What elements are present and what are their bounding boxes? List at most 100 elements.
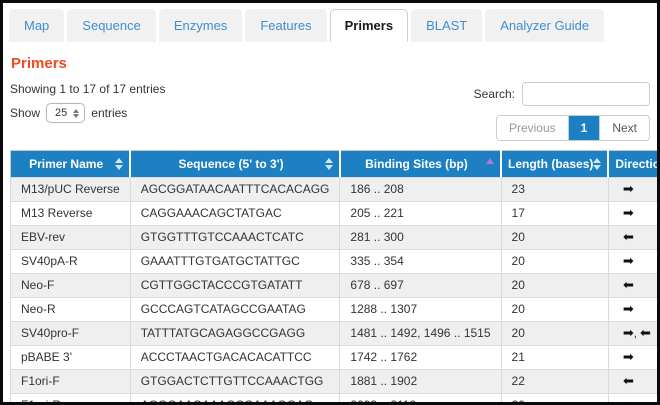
table-row: F1ori-FGTGGACTCTTGTTCCAAACTGG1881 .. 190…: [11, 370, 660, 394]
length-cell: 20: [501, 226, 608, 250]
page-size-control: Show 25 entries: [10, 103, 165, 123]
direction-left-icon: ➡: [623, 278, 634, 291]
column-header-binding-sites-bp-[interactable]: Binding Sites (bp): [340, 151, 501, 178]
tab-features[interactable]: Features: [245, 9, 326, 42]
direction-cell: ➡, ➡: [608, 322, 660, 346]
length-cell: 17: [501, 202, 608, 226]
table-row: SV40pA-RGAAATTTGTGATGCTATTGC335 .. 35420…: [11, 250, 660, 274]
direction-right-icon: ➡: [623, 254, 634, 267]
tab-bar: MapSequenceEnzymesFeaturesPrimersBLASTAn…: [3, 3, 657, 42]
pagination-previous-button[interactable]: Previous: [497, 116, 568, 140]
length-cell: 20: [501, 274, 608, 298]
page-title: Primers: [11, 55, 650, 72]
direction-left-icon: ➡: [623, 230, 634, 243]
sequence-cell: GTGGTTTGTCCAAACTCATC: [130, 226, 340, 250]
primer-name-cell: Neo-R: [11, 298, 131, 322]
tab-analyzer-guide[interactable]: Analyzer Guide: [485, 9, 604, 42]
binding-sites-cell: 1288 .. 1307: [340, 298, 501, 322]
sort-ascending-icon: [486, 158, 494, 164]
primers-table: Primer NameSequence (5' to 3')Binding Si…: [10, 150, 660, 405]
direction-cell: ➡: [608, 370, 660, 394]
tab-blast[interactable]: BLAST: [411, 9, 482, 42]
primer-name-cell: M13/pUC Reverse: [11, 178, 131, 202]
tab-primers[interactable]: Primers: [330, 9, 408, 42]
binding-sites-cell: 678 .. 697: [340, 274, 501, 298]
binding-sites-cell: 2093 .. 2112: [340, 394, 501, 405]
length-cell: 20: [501, 298, 608, 322]
sort-icon: [593, 158, 601, 170]
table-row: M13 ReverseCAGGAAACAGCTATGAC205 .. 22117…: [11, 202, 660, 226]
table-row: M13/pUC ReverseAGCGGATAACAATTTCACACAGG18…: [11, 178, 660, 202]
column-header-primer-name[interactable]: Primer Name: [11, 151, 131, 178]
binding-sites-cell: 1742 .. 1762: [340, 346, 501, 370]
select-stepper-icon: [73, 109, 79, 118]
primer-name-cell: pBABE 3': [11, 346, 131, 370]
primers-panel: Primers Showing 1 to 17 of 17 entries Sh…: [3, 55, 657, 405]
search-label: Search:: [474, 87, 515, 101]
table-row: F1ori-RAGGGAAGAAAGCGAAAGGAG2093 .. 21122…: [11, 394, 660, 405]
direction-cell: ➡: [608, 274, 660, 298]
length-cell: 20: [501, 394, 608, 405]
pagination-page-1-button[interactable]: 1: [568, 116, 601, 140]
sequence-cell: GCCCAGTCATAGCCGAATAG: [130, 298, 340, 322]
pagination: Previous 1 Next: [496, 115, 650, 141]
length-cell: 22: [501, 370, 608, 394]
direction-cell: ➡: [608, 346, 660, 370]
binding-sites-cell: 186 .. 208: [340, 178, 501, 202]
primer-name-cell: SV40pA-R: [11, 250, 131, 274]
sequence-cell: GAAATTTGTGATGCTATTGC: [130, 250, 340, 274]
sequence-cell: GTGGACTCTTGTTCCAAACTGG: [130, 370, 340, 394]
table-row: pBABE 3'ACCCTAACTGACACACATTCC1742 .. 176…: [11, 346, 660, 370]
app-window: MapSequenceEnzymesFeaturesPrimersBLASTAn…: [0, 0, 660, 405]
length-cell: 20: [501, 322, 608, 346]
binding-sites-cell: 1881 .. 1902: [340, 370, 501, 394]
primer-name-cell: EBV-rev: [11, 226, 131, 250]
direction-left-icon: ➡: [623, 374, 634, 387]
primer-name-cell: F1ori-R: [11, 394, 131, 405]
tab-sequence[interactable]: Sequence: [67, 9, 156, 42]
table-row: Neo-RGCCCAGTCATAGCCGAATAG1288 .. 130720➡: [11, 298, 660, 322]
table-row: EBV-revGTGGTTTGTCCAAACTCATC281 .. 30020 ➡: [11, 226, 660, 250]
sequence-cell: CGTTGGCTACCCGTGATATT: [130, 274, 340, 298]
page-size-select[interactable]: 25: [46, 103, 85, 123]
sort-icon: [115, 158, 123, 170]
direction-left-icon: ➡: [640, 326, 651, 339]
direction-cell: ➡: [608, 250, 660, 274]
tab-map[interactable]: Map: [9, 9, 64, 42]
direction-right-icon: ➡: [623, 398, 634, 405]
pagination-next-button[interactable]: Next: [600, 116, 649, 140]
direction-cell: ➡: [608, 394, 660, 405]
sequence-cell: AGGGAAGAAAGCGAAAGGAG: [130, 394, 340, 405]
direction-right-icon: ➡: [623, 350, 634, 363]
binding-sites-cell: 335 .. 354: [340, 250, 501, 274]
table-row: SV40pro-FTATTTATGCAGAGGCCGAGG1481 .. 149…: [11, 322, 660, 346]
search-input[interactable]: [522, 82, 650, 106]
table-row: Neo-FCGTTGGCTACCCGTGATATT678 .. 69720➡: [11, 274, 660, 298]
direction-right-icon: ➡: [623, 206, 634, 219]
binding-sites-cell: 281 .. 300: [340, 226, 501, 250]
controls-right: Search: Previous 1 Next: [474, 82, 650, 141]
page-size-value: 25: [55, 107, 67, 119]
table-controls: Showing 1 to 17 of 17 entries Show 25 en…: [10, 82, 650, 141]
direction-cell: ➡: [608, 298, 660, 322]
column-header-direction[interactable]: Direction: [608, 151, 660, 178]
sequence-cell: ACCCTAACTGACACACATTCC: [130, 346, 340, 370]
tab-enzymes[interactable]: Enzymes: [159, 9, 242, 42]
direction-cell: ➡: [608, 202, 660, 226]
column-header-sequence-5-to-3-[interactable]: Sequence (5' to 3'): [130, 151, 340, 178]
table-header-row: Primer NameSequence (5' to 3')Binding Si…: [11, 151, 660, 178]
search-control: Search:: [474, 82, 650, 106]
direction-cell: ➡: [608, 178, 660, 202]
sort-icon: [325, 158, 333, 170]
column-header-length-bases-[interactable]: Length (bases): [501, 151, 608, 178]
primer-name-cell: M13 Reverse: [11, 202, 131, 226]
show-label: Show: [10, 106, 40, 120]
direction-cell: ➡: [608, 226, 660, 250]
controls-left: Showing 1 to 17 of 17 entries Show 25 en…: [10, 82, 165, 123]
entries-label: entries: [91, 106, 127, 120]
direction-right-icon: ➡: [623, 326, 634, 339]
showing-entries-text: Showing 1 to 17 of 17 entries: [10, 82, 165, 96]
sequence-cell: TATTTATGCAGAGGCCGAGG: [130, 322, 340, 346]
primer-name-cell: F1ori-F: [11, 370, 131, 394]
length-cell: 21: [501, 346, 608, 370]
